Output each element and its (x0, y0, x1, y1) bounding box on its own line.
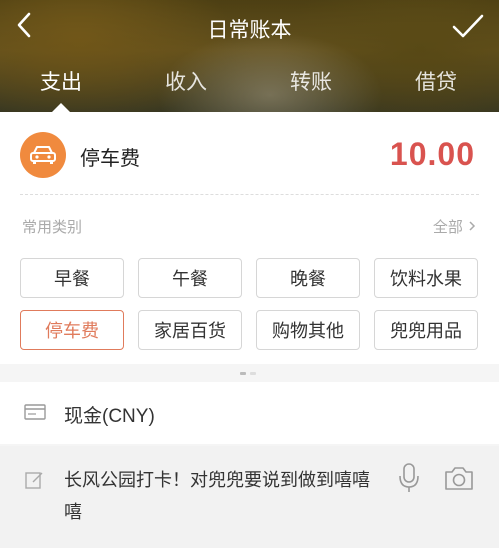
category-chip[interactable]: 家居百货 (138, 310, 242, 350)
wallet-icon (24, 403, 46, 421)
tab-loan[interactable]: 借贷 (396, 66, 476, 96)
common-categories-label: 常用类别 (22, 219, 83, 236)
checkmark-icon[interactable] (451, 12, 485, 40)
account-selector[interactable]: 现金(CNY) (0, 382, 499, 444)
category-chip[interactable]: 晚餐 (256, 258, 360, 298)
amount-row: 停车费 10.00 (0, 112, 499, 196)
amount-value[interactable]: 10.00 (390, 136, 475, 173)
car-icon (20, 132, 66, 178)
type-tabs: 支出 收入 转账 借贷 (0, 62, 499, 112)
note-row: 长风公园打卡！对兜兜要说到做到嘻嘻嘻 (0, 446, 499, 548)
tab-income[interactable]: 收入 (146, 66, 226, 96)
page-dot (250, 372, 256, 375)
active-tab-indicator (52, 103, 70, 112)
all-categories-label: 全部 (432, 219, 463, 236)
note-input[interactable]: 长风公园打卡！对兜兜要说到做到嘻嘻嘻 (64, 464, 384, 528)
category-chip-selected[interactable]: 停车费 (20, 310, 124, 350)
page-title: 日常账本 (207, 19, 292, 42)
tab-expense[interactable]: 支出 (21, 66, 101, 96)
category-chip[interactable]: 购物其他 (256, 310, 360, 350)
edit-icon (24, 470, 44, 490)
microphone-icon[interactable] (398, 462, 420, 494)
chevron-right-icon (467, 219, 477, 236)
header: 日常账本 支出 收入 转账 借贷 (0, 0, 499, 112)
category-name: 停车费 (80, 148, 140, 170)
category-chip[interactable]: 午餐 (138, 258, 242, 298)
divider (20, 194, 479, 195)
camera-icon[interactable] (443, 464, 475, 492)
tab-transfer[interactable]: 转账 (271, 66, 351, 96)
category-chip[interactable]: 兜兜用品 (374, 310, 478, 350)
category-chip[interactable]: 饮料水果 (374, 258, 478, 298)
page-dot-active (240, 372, 246, 375)
all-categories-link[interactable]: 全部 (433, 216, 477, 237)
common-categories: 常用类别 全部 早餐 午餐 晚餐 饮料水果 停车费 家居百货 购物其他 兜兜用品 (0, 196, 499, 375)
page-indicator (240, 362, 260, 375)
account-label: 现金(CNY) (64, 406, 155, 427)
category-chip[interactable]: 早餐 (20, 258, 124, 298)
